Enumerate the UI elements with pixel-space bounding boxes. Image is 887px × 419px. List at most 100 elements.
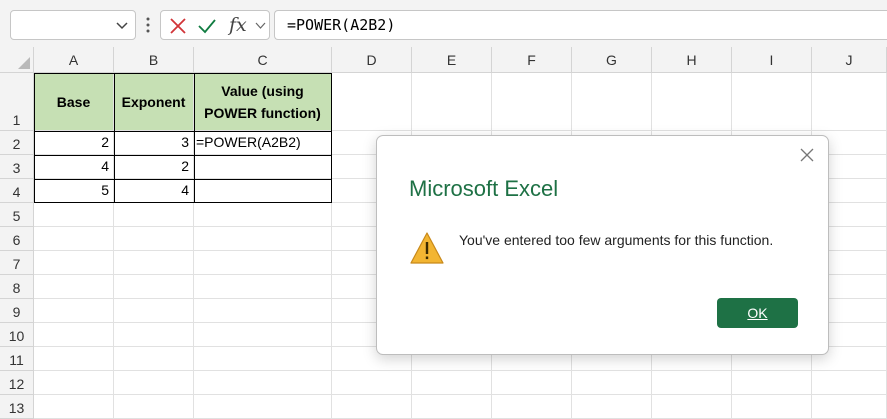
cell-c3[interactable] [194,155,332,179]
empty-cell[interactable] [34,227,114,251]
column-header-b[interactable]: B [114,47,194,73]
empty-cell[interactable] [114,275,194,299]
empty-cell[interactable] [194,323,332,347]
empty-cell[interactable] [412,395,492,419]
cell-b1[interactable]: Exponent [114,73,194,131]
empty-cell[interactable] [114,203,194,227]
empty-cell[interactable] [332,395,412,419]
column-header-d[interactable]: D [332,47,412,73]
empty-cell[interactable] [492,73,572,131]
row-header-6[interactable]: 6 [0,227,34,251]
row-number: 5 [12,208,21,224]
empty-cell[interactable] [114,251,194,275]
empty-cell[interactable] [194,227,332,251]
cell-a2[interactable]: 2 [34,131,114,155]
name-box[interactable] [10,10,136,40]
row-header-9[interactable]: 9 [0,299,34,323]
row-header-1[interactable]: 1 [0,73,34,131]
empty-cell[interactable] [492,371,572,395]
close-icon[interactable] [800,148,814,162]
chevron-down-icon[interactable] [115,18,129,32]
empty-cell[interactable] [652,73,732,131]
row-header-11[interactable]: 11 [0,347,34,371]
row-number: 7 [12,256,21,272]
empty-cell[interactable] [114,299,194,323]
row-header-13[interactable]: 13 [0,395,34,419]
cell-b4[interactable]: 4 [114,179,194,203]
row-number: 2 [12,136,21,152]
empty-cell[interactable] [34,371,114,395]
row-header-2[interactable]: 2 [0,131,34,155]
column-header-g[interactable]: G [572,47,652,73]
row-header-10[interactable]: 10 [0,323,34,347]
row-number: 11 [9,352,24,368]
empty-cell[interactable] [412,371,492,395]
column-header-f[interactable]: F [492,47,572,73]
cell-b2[interactable]: 3 [114,131,194,155]
empty-cell[interactable] [194,203,332,227]
empty-cell[interactable] [194,275,332,299]
column-header-a[interactable]: A [34,47,114,73]
chevron-down-icon[interactable] [255,20,266,31]
row-number: 12 [8,376,25,392]
empty-cell[interactable] [34,251,114,275]
column-header-h[interactable]: H [652,47,732,73]
column-header-j[interactable]: J [812,47,887,73]
empty-cell[interactable] [572,395,652,419]
empty-cell[interactable] [332,73,412,131]
row-header-5[interactable]: 5 [0,203,34,227]
empty-cell[interactable] [652,371,732,395]
select-all-corner[interactable] [0,47,34,73]
insert-function-icon[interactable]: fx [229,14,247,36]
column-header-e[interactable]: E [412,47,492,73]
empty-cell[interactable] [572,371,652,395]
check-icon[interactable] [197,17,217,35]
empty-cell[interactable] [114,395,194,419]
empty-cell[interactable] [812,73,887,131]
cell-c1[interactable]: Value (using POWER function) [194,73,332,131]
empty-cell[interactable] [194,347,332,371]
cell-a1[interactable]: Base [34,73,114,131]
empty-cell[interactable] [34,275,114,299]
empty-cell[interactable] [572,73,652,131]
empty-cell[interactable] [194,395,332,419]
empty-cell[interactable] [812,371,887,395]
row-number: 6 [12,232,21,248]
empty-cell[interactable] [332,371,412,395]
cell-b3[interactable]: 2 [114,155,194,179]
empty-cell[interactable] [812,395,887,419]
empty-cell[interactable] [34,347,114,371]
empty-cell[interactable] [114,227,194,251]
row-header-7[interactable]: 7 [0,251,34,275]
empty-cell[interactable] [732,395,812,419]
cell-a4[interactable]: 5 [34,179,114,203]
empty-cell[interactable] [194,371,332,395]
empty-cell[interactable] [652,395,732,419]
empty-cell[interactable] [114,347,194,371]
row-header-8[interactable]: 8 [0,275,34,299]
column-header-c[interactable]: C [194,47,332,73]
column-header-i[interactable]: I [732,47,812,73]
cell-c2[interactable]: =POWER(A2B2) [194,131,332,155]
empty-cell[interactable] [732,371,812,395]
error-dialog: Microsoft Excel You've entered too few a… [376,135,829,355]
empty-cell[interactable] [114,323,194,347]
empty-cell[interactable] [412,73,492,131]
empty-cell[interactable] [194,299,332,323]
empty-cell[interactable] [194,251,332,275]
empty-cell[interactable] [114,371,194,395]
row-header-12[interactable]: 12 [0,371,34,395]
cancel-icon[interactable] [169,17,187,35]
empty-cell[interactable] [492,395,572,419]
empty-cell[interactable] [34,203,114,227]
empty-cell[interactable] [732,73,812,131]
empty-cell[interactable] [34,395,114,419]
row-header-4[interactable]: 4 [0,179,34,203]
ok-button[interactable]: OK [717,298,798,328]
row-header-3[interactable]: 3 [0,155,34,179]
cell-a3[interactable]: 4 [34,155,114,179]
empty-cell[interactable] [34,323,114,347]
cell-c4[interactable] [194,179,332,203]
empty-cell[interactable] [34,299,114,323]
formula-input[interactable]: =POWER(A2B2) [274,10,887,40]
